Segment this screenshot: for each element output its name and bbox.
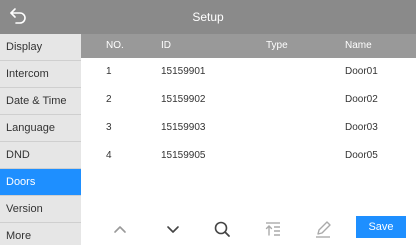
sort-icon[interactable] xyxy=(261,217,285,241)
sidebar-item-doors[interactable]: Doors xyxy=(0,169,81,195)
column-header-id: ID xyxy=(161,40,171,51)
cell-name: Door03 xyxy=(345,122,378,133)
sidebar-item-date-time[interactable]: Date & Time xyxy=(0,88,81,114)
column-header-no: NO. xyxy=(106,40,124,51)
page-title: Setup xyxy=(192,10,224,24)
cell-no: 3 xyxy=(106,122,112,133)
table-row[interactable]: 1 15159901 Door01 xyxy=(81,58,416,86)
search-icon[interactable] xyxy=(210,217,234,241)
column-header-name: Name xyxy=(345,40,372,51)
table-row[interactable]: 3 15159903 Door03 xyxy=(81,114,416,142)
cell-id: 15159901 xyxy=(161,66,206,77)
sidebar: Display Intercom Date & Time Language DN… xyxy=(0,34,81,245)
table-row[interactable]: 4 15159905 Door05 xyxy=(81,142,416,170)
toolbar: Save xyxy=(81,212,416,245)
pencil-icon[interactable] xyxy=(311,217,335,241)
cell-name: Door01 xyxy=(345,66,378,77)
sidebar-item-language[interactable]: Language xyxy=(0,115,81,141)
cell-id: 15159902 xyxy=(161,94,206,105)
cell-name: Door02 xyxy=(345,94,378,105)
cell-name: Door05 xyxy=(345,150,378,161)
table-header: NO. ID Type Name xyxy=(81,34,416,58)
cell-id: 15159905 xyxy=(161,150,206,161)
top-bar: Setup xyxy=(0,0,416,34)
setup-screen: Setup Display Intercom Date & Time Langu… xyxy=(0,0,416,245)
chevron-down-icon[interactable] xyxy=(161,217,185,241)
chevron-up-icon[interactable] xyxy=(108,217,132,241)
table-row[interactable]: 2 15159902 Door02 xyxy=(81,86,416,114)
sidebar-item-version[interactable]: Version xyxy=(0,196,81,222)
cell-no: 1 xyxy=(106,66,112,77)
sidebar-item-display[interactable]: Display xyxy=(0,34,81,60)
save-button[interactable]: Save xyxy=(356,216,406,238)
cell-id: 15159903 xyxy=(161,122,206,133)
column-header-type: Type xyxy=(266,40,288,51)
sidebar-item-dnd[interactable]: DND xyxy=(0,142,81,168)
cell-no: 4 xyxy=(106,150,112,161)
cell-no: 2 xyxy=(106,94,112,105)
sidebar-item-intercom[interactable]: Intercom xyxy=(0,61,81,87)
sidebar-item-more[interactable]: More xyxy=(0,223,81,245)
doors-panel: NO. ID Type Name 1 15159901 Door01 2 151… xyxy=(81,34,416,245)
